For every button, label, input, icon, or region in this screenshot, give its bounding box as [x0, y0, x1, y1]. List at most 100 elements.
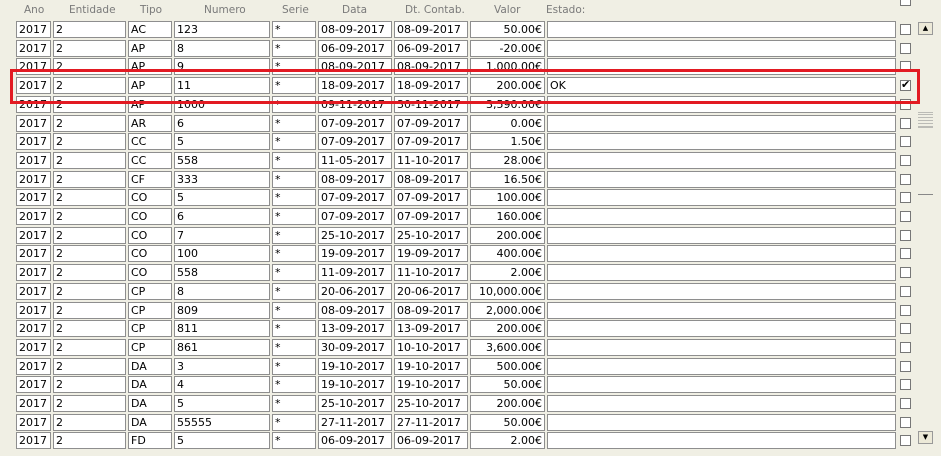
field-data[interactable]: 30-09-2017	[318, 338, 392, 356]
field-serie[interactable]: *	[272, 39, 316, 57]
field-dt-contab[interactable]: 25-10-2017	[394, 395, 468, 412]
field-data[interactable]: 08-09-2017	[318, 170, 392, 188]
field-numero[interactable]: 6	[174, 208, 270, 225]
field-estado[interactable]	[547, 39, 896, 57]
field-numero[interactable]: 4	[174, 376, 270, 394]
field-numero[interactable]: 558	[174, 264, 270, 282]
row-checkbox[interactable]	[900, 379, 911, 391]
field-dt-contab[interactable]: 19-09-2017	[394, 245, 468, 263]
field-estado[interactable]	[547, 245, 896, 263]
field-estado[interactable]	[547, 357, 896, 375]
field-tipo[interactable]: DA	[128, 357, 172, 375]
field-dt-contab[interactable]: 19-10-2017	[394, 376, 468, 394]
field-entidade[interactable]: 2	[53, 21, 126, 38]
field-estado[interactable]	[547, 376, 896, 394]
field-data[interactable]: 11-05-2017	[318, 151, 392, 169]
field-valor[interactable]: 2,000.00€	[470, 301, 545, 319]
field-data[interactable]: 08-09-2017	[318, 301, 392, 319]
field-serie[interactable]: *	[272, 133, 316, 151]
field-estado[interactable]	[547, 170, 896, 188]
row-checkbox[interactable]	[900, 435, 911, 447]
field-numero[interactable]: 333	[174, 170, 270, 188]
field-numero[interactable]: 558	[174, 151, 270, 169]
field-ano[interactable]: 2017	[16, 320, 51, 338]
field-tipo[interactable]: AP	[128, 58, 172, 76]
field-numero[interactable]: 5	[174, 189, 270, 207]
field-dt-contab[interactable]: 27-11-2017	[394, 413, 468, 431]
field-ano[interactable]: 2017	[16, 21, 51, 38]
field-ano[interactable]: 2017	[16, 338, 51, 356]
field-dt-contab[interactable]: 19-10-2017	[394, 357, 468, 375]
field-data[interactable]: 09-11-2017	[318, 95, 392, 113]
field-serie[interactable]: *	[272, 95, 316, 113]
field-serie[interactable]: *	[272, 189, 316, 207]
field-ano[interactable]: 2017	[16, 208, 51, 225]
field-tipo[interactable]: AP	[128, 95, 172, 113]
field-estado[interactable]	[547, 114, 896, 132]
field-numero[interactable]: 9	[174, 58, 270, 76]
field-dt-contab[interactable]: 10-10-2017	[394, 338, 468, 356]
field-entidade[interactable]: 2	[53, 432, 126, 450]
field-valor[interactable]: 50.00€	[470, 413, 545, 431]
header-checkbox[interactable]	[900, 0, 911, 6]
row-checkbox[interactable]	[900, 42, 911, 54]
field-tipo[interactable]: CC	[128, 151, 172, 169]
row-checkbox[interactable]	[900, 154, 911, 166]
field-ano[interactable]: 2017	[16, 151, 51, 169]
field-estado[interactable]	[547, 95, 896, 113]
field-tipo[interactable]: DA	[128, 376, 172, 394]
field-ano[interactable]: 2017	[16, 376, 51, 394]
row-checkbox[interactable]	[900, 416, 911, 428]
scroll-thumb[interactable]	[918, 112, 933, 128]
field-dt-contab[interactable]: 08-09-2017	[394, 170, 468, 188]
field-serie[interactable]: *	[272, 282, 316, 300]
field-dt-contab[interactable]: 18-09-2017	[394, 77, 468, 95]
field-entidade[interactable]: 2	[53, 320, 126, 338]
field-data[interactable]: 06-09-2017	[318, 432, 392, 450]
row-checkbox[interactable]	[900, 229, 911, 241]
field-valor[interactable]: 16.50€	[470, 170, 545, 188]
field-dt-contab[interactable]: 30-11-2017	[394, 95, 468, 113]
field-valor[interactable]: 2.00€	[470, 432, 545, 450]
field-entidade[interactable]: 2	[53, 77, 126, 95]
field-tipo[interactable]: CO	[128, 226, 172, 244]
field-tipo[interactable]: CO	[128, 208, 172, 225]
field-ano[interactable]: 2017	[16, 357, 51, 375]
field-ano[interactable]: 2017	[16, 245, 51, 263]
field-serie[interactable]: *	[272, 208, 316, 225]
field-valor[interactable]: 200.00€	[470, 77, 545, 95]
field-entidade[interactable]: 2	[53, 413, 126, 431]
field-valor[interactable]: 200.00€	[470, 320, 545, 338]
field-valor[interactable]: 10,000.00€	[470, 282, 545, 300]
field-serie[interactable]: *	[272, 432, 316, 450]
field-estado[interactable]	[547, 413, 896, 431]
field-ano[interactable]: 2017	[16, 189, 51, 207]
field-data[interactable]: 07-09-2017	[318, 133, 392, 151]
field-valor[interactable]: 28.00€	[470, 151, 545, 169]
field-ano[interactable]: 2017	[16, 58, 51, 76]
field-tipo[interactable]: CP	[128, 301, 172, 319]
field-data[interactable]: 19-09-2017	[318, 245, 392, 263]
field-entidade[interactable]: 2	[53, 264, 126, 282]
field-data[interactable]: 06-09-2017	[318, 39, 392, 57]
field-numero[interactable]: 7	[174, 226, 270, 244]
field-serie[interactable]: *	[272, 151, 316, 169]
row-checkbox[interactable]	[900, 173, 911, 185]
field-entidade[interactable]: 2	[53, 357, 126, 375]
vertical-scrollbar[interactable]: ▲ ▼	[918, 22, 933, 446]
field-dt-contab[interactable]: 08-09-2017	[394, 21, 468, 38]
field-entidade[interactable]: 2	[53, 208, 126, 225]
field-data[interactable]: 19-10-2017	[318, 376, 392, 394]
field-tipo[interactable]: CO	[128, 189, 172, 207]
field-numero[interactable]: 6	[174, 114, 270, 132]
field-estado[interactable]	[547, 21, 896, 38]
row-checkbox[interactable]	[900, 267, 911, 279]
field-tipo[interactable]: AC	[128, 21, 172, 38]
field-valor[interactable]: 50.00€	[470, 376, 545, 394]
field-estado[interactable]	[547, 133, 896, 151]
field-ano[interactable]: 2017	[16, 282, 51, 300]
field-estado[interactable]	[547, 226, 896, 244]
field-estado[interactable]	[547, 58, 896, 76]
field-numero[interactable]: 11	[174, 77, 270, 95]
field-serie[interactable]: *	[272, 21, 316, 38]
